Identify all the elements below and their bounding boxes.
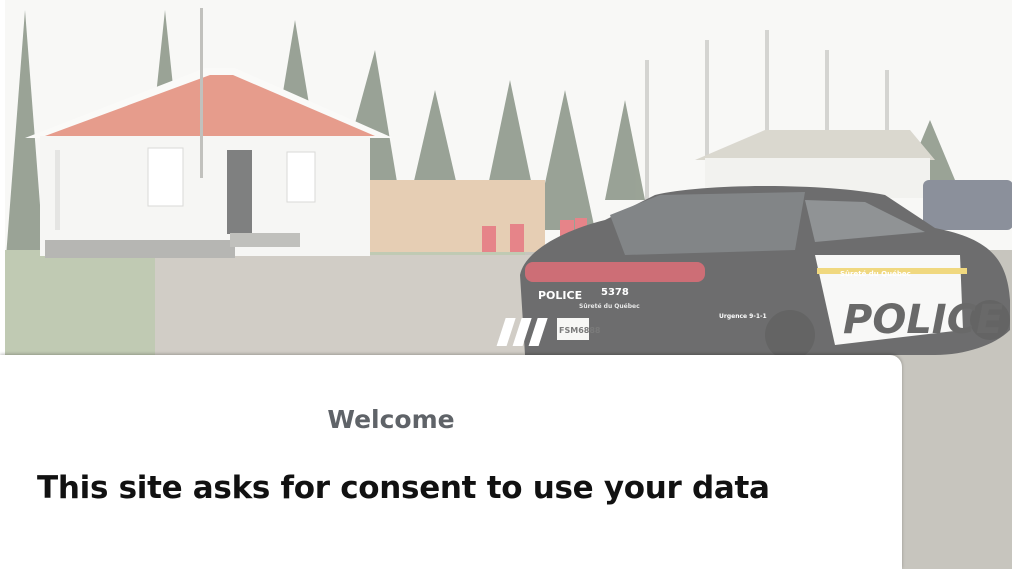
consent-welcome-title: Welcome (327, 405, 455, 434)
consent-dialog (0, 355, 902, 569)
consent-headline: This site asks for consent to use your d… (37, 470, 770, 506)
